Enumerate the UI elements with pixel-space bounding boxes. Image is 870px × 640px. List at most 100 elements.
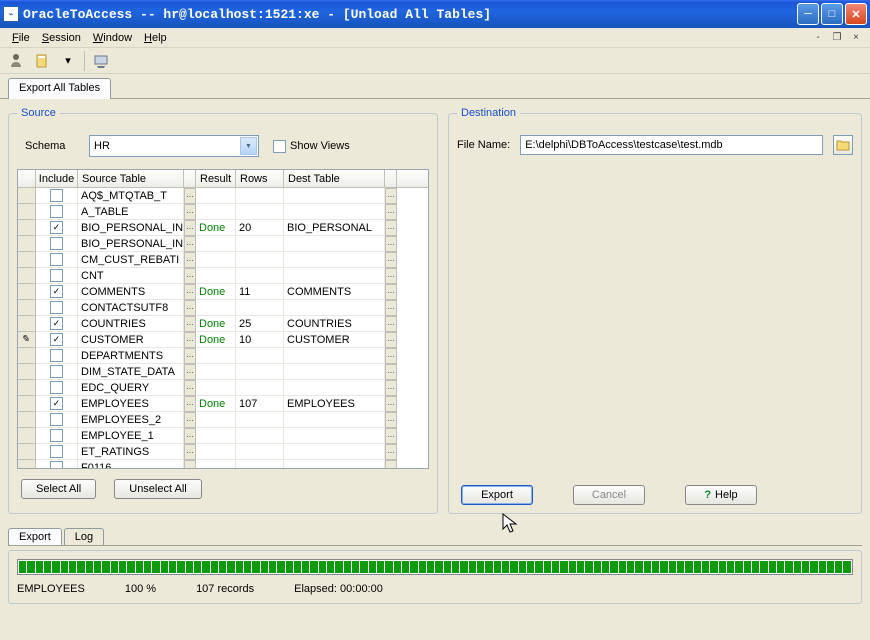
- table-row[interactable]: ET_RATINGS⋯⋯: [18, 444, 428, 460]
- ellipsis-button[interactable]: ⋯: [184, 300, 196, 316]
- ellipsis-button[interactable]: ⋯: [385, 380, 397, 396]
- include-checkbox[interactable]: ✓: [50, 221, 63, 234]
- ellipsis-button[interactable]: ⋯: [184, 236, 196, 252]
- ellipsis-button[interactable]: ⋯: [184, 412, 196, 428]
- include-checkbox[interactable]: [50, 237, 63, 250]
- col-dest-table[interactable]: Dest Table: [284, 170, 385, 188]
- col-source-table[interactable]: Source Table: [78, 170, 184, 188]
- table-row[interactable]: EMPLOYEE_1⋯⋯: [18, 428, 428, 444]
- table-row[interactable]: DIM_STATE_DATA⋯⋯: [18, 364, 428, 380]
- file-name-input[interactable]: E:\delphi\DBToAccess\testcase\test.mdb: [520, 135, 823, 155]
- dropdown-icon[interactable]: ▾: [58, 51, 78, 71]
- menu-help[interactable]: Help: [138, 30, 173, 46]
- tables-grid[interactable]: Include Source Table Result Rows Dest Ta…: [17, 169, 429, 469]
- ellipsis-button[interactable]: ⋯: [385, 268, 397, 284]
- help-button[interactable]: ? Help: [685, 485, 757, 505]
- ellipsis-button[interactable]: ⋯: [385, 252, 397, 268]
- table-row[interactable]: CNT⋯⋯: [18, 268, 428, 284]
- ellipsis-button[interactable]: ⋯: [385, 300, 397, 316]
- include-cell[interactable]: [36, 460, 78, 468]
- ellipsis-button[interactable]: ⋯: [385, 236, 397, 252]
- ellipsis-button[interactable]: ⋯: [184, 204, 196, 220]
- include-cell[interactable]: [36, 300, 78, 316]
- include-checkbox[interactable]: [50, 429, 63, 442]
- connect-icon[interactable]: [6, 51, 26, 71]
- ellipsis-button[interactable]: ⋯: [184, 268, 196, 284]
- ellipsis-button[interactable]: ⋯: [184, 460, 196, 468]
- ellipsis-button[interactable]: ⋯: [385, 412, 397, 428]
- table-row[interactable]: ✓COMMENTS⋯Done11COMMENTS⋯: [18, 284, 428, 300]
- ellipsis-button[interactable]: ⋯: [385, 396, 397, 412]
- menu-session[interactable]: Session: [36, 30, 87, 46]
- include-cell[interactable]: [36, 412, 78, 428]
- mdi-close-button[interactable]: ×: [848, 31, 864, 45]
- include-checkbox[interactable]: [50, 189, 63, 202]
- browse-button[interactable]: [833, 135, 853, 155]
- table-row[interactable]: ✓EMPLOYEES⋯Done107EMPLOYEES⋯: [18, 396, 428, 412]
- include-cell[interactable]: [36, 364, 78, 380]
- table-row[interactable]: ✎✓CUSTOMER⋯Done10CUSTOMER⋯: [18, 332, 428, 348]
- mdi-restore-button[interactable]: ❐: [829, 31, 845, 45]
- include-cell[interactable]: [36, 252, 78, 268]
- table-row[interactable]: BIO_PERSONAL_IN⋯⋯: [18, 236, 428, 252]
- include-cell[interactable]: [36, 380, 78, 396]
- tab-log[interactable]: Log: [64, 528, 104, 545]
- include-checkbox[interactable]: [50, 349, 63, 362]
- include-cell[interactable]: [36, 348, 78, 364]
- ellipsis-button[interactable]: ⋯: [184, 284, 196, 300]
- col-rows[interactable]: Rows: [236, 170, 284, 188]
- tab-export[interactable]: Export: [8, 528, 62, 545]
- execute-icon[interactable]: [91, 51, 111, 71]
- include-cell[interactable]: [36, 268, 78, 284]
- menu-file[interactable]: File: [6, 30, 36, 46]
- include-checkbox[interactable]: ✓: [50, 333, 63, 346]
- new-icon[interactable]: [32, 51, 52, 71]
- include-checkbox[interactable]: ✓: [50, 285, 63, 298]
- table-row[interactable]: EDC_QUERY⋯⋯: [18, 380, 428, 396]
- ellipsis-button[interactable]: ⋯: [184, 380, 196, 396]
- include-checkbox[interactable]: [50, 269, 63, 282]
- tab-export-all-tables[interactable]: Export All Tables: [8, 78, 111, 99]
- table-row[interactable]: EMPLOYEES_2⋯⋯: [18, 412, 428, 428]
- table-row[interactable]: A_TABLE⋯⋯: [18, 204, 428, 220]
- ellipsis-button[interactable]: ⋯: [385, 460, 397, 468]
- ellipsis-button[interactable]: ⋯: [184, 348, 196, 364]
- include-checkbox[interactable]: [50, 413, 63, 426]
- include-cell[interactable]: ✓: [36, 316, 78, 332]
- ellipsis-button[interactable]: ⋯: [184, 220, 196, 236]
- include-checkbox[interactable]: ✓: [50, 317, 63, 330]
- ellipsis-button[interactable]: ⋯: [385, 332, 397, 348]
- include-checkbox[interactable]: [50, 381, 63, 394]
- close-button[interactable]: ✕: [845, 3, 867, 25]
- include-cell[interactable]: [36, 236, 78, 252]
- ellipsis-button[interactable]: ⋯: [184, 188, 196, 204]
- show-views-checkbox[interactable]: [273, 140, 286, 153]
- include-cell[interactable]: [36, 444, 78, 460]
- col-include[interactable]: Include: [36, 170, 78, 188]
- table-row[interactable]: CONTACTSUTF8⋯⋯: [18, 300, 428, 316]
- include-cell[interactable]: ✓: [36, 220, 78, 236]
- mdi-minimize-button[interactable]: -: [810, 31, 826, 45]
- include-checkbox[interactable]: [50, 205, 63, 218]
- ellipsis-button[interactable]: ⋯: [184, 364, 196, 380]
- ellipsis-button[interactable]: ⋯: [385, 204, 397, 220]
- include-checkbox[interactable]: ✓: [50, 397, 63, 410]
- include-cell[interactable]: [36, 188, 78, 204]
- ellipsis-button[interactable]: ⋯: [184, 444, 196, 460]
- maximize-button[interactable]: □: [821, 3, 843, 25]
- table-row[interactable]: F0116⋯⋯: [18, 460, 428, 468]
- select-all-button[interactable]: Select All: [21, 479, 96, 499]
- unselect-all-button[interactable]: Unselect All: [114, 479, 201, 499]
- ellipsis-button[interactable]: ⋯: [385, 444, 397, 460]
- table-row[interactable]: AQ$_MTQTAB_T⋯⋯: [18, 188, 428, 204]
- cancel-button[interactable]: Cancel: [573, 485, 645, 505]
- include-checkbox[interactable]: [50, 253, 63, 266]
- ellipsis-button[interactable]: ⋯: [184, 332, 196, 348]
- table-row[interactable]: DEPARTMENTS⋯⋯: [18, 348, 428, 364]
- ellipsis-button[interactable]: ⋯: [385, 316, 397, 332]
- table-row[interactable]: ✓BIO_PERSONAL_IN⋯Done20BIO_PERSONAL⋯: [18, 220, 428, 236]
- ellipsis-button[interactable]: ⋯: [385, 348, 397, 364]
- ellipsis-button[interactable]: ⋯: [385, 284, 397, 300]
- table-row[interactable]: CM_CUST_REBATI⋯⋯: [18, 252, 428, 268]
- chevron-down-icon[interactable]: ▼: [240, 137, 257, 155]
